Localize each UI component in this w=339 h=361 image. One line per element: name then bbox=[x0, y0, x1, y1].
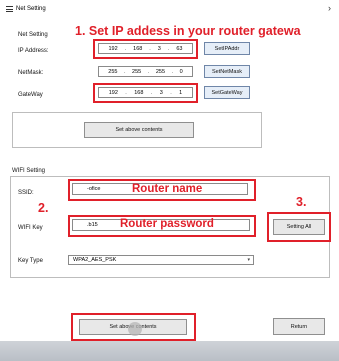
octet-dot: . bbox=[147, 68, 150, 75]
netmask-field[interactable]: 255. 255. 255. 0 bbox=[98, 66, 193, 77]
octet-dot: . bbox=[167, 45, 170, 52]
key-type-label: Key Type bbox=[18, 258, 43, 264]
octet-dot: . bbox=[123, 68, 126, 75]
mask-octet: 255 bbox=[155, 68, 166, 75]
set-netmask-button[interactable]: SetNetMask bbox=[204, 65, 250, 78]
netmask-label: NetMask: bbox=[18, 70, 44, 76]
key-type-value: WPA2_AES_PSK bbox=[73, 257, 117, 263]
gateway-octet: 192 bbox=[108, 89, 118, 96]
wifi-key-value: .b15 bbox=[87, 222, 98, 228]
bottom-bar bbox=[0, 341, 339, 361]
annotation-step1: 1. Set IP addess in your router gatewa bbox=[75, 24, 301, 38]
octet-dot: . bbox=[124, 45, 127, 52]
mask-octet: 255 bbox=[108, 68, 118, 75]
chevron-down-icon: ▾ bbox=[247, 257, 250, 263]
mask-octet: 0 bbox=[179, 68, 183, 75]
gateway-octet: 3 bbox=[159, 89, 163, 96]
ip-octet: 168 bbox=[133, 45, 143, 52]
title-bar: Net Setting › bbox=[6, 2, 333, 16]
menu-icon[interactable] bbox=[6, 6, 13, 12]
gateway-label: GateWay bbox=[18, 92, 43, 98]
return-button[interactable]: Return bbox=[273, 318, 325, 335]
ip-address-label: IP Address: bbox=[18, 48, 49, 54]
ip-address-field[interactable]: 192. 168. 3. 63 bbox=[98, 43, 193, 54]
chevron-right-icon[interactable]: › bbox=[328, 3, 331, 13]
key-type-select[interactable]: WPA2_AES_PSK ▾ bbox=[68, 255, 254, 265]
ssid-label: SSID: bbox=[18, 190, 34, 196]
octet-dot: . bbox=[149, 45, 151, 52]
gateway-octet: 168 bbox=[134, 89, 144, 96]
setting-all-button[interactable]: Setting All bbox=[273, 219, 325, 235]
touch-cursor-icon bbox=[128, 322, 142, 336]
ip-octet: 63 bbox=[176, 45, 183, 52]
wifi-key-label: WIFI Key bbox=[18, 225, 43, 231]
annotation-step3: 3. bbox=[296, 195, 307, 209]
octet-dot: . bbox=[171, 68, 174, 75]
mask-octet: 255 bbox=[132, 68, 142, 75]
ssid-value: -ofice bbox=[87, 186, 101, 192]
gateway-field[interactable]: 192. 168. 3. 1 bbox=[98, 87, 193, 98]
octet-dot: . bbox=[150, 89, 153, 96]
annotation-router-name: Router name bbox=[132, 183, 203, 195]
net-setting-window: Net Setting › Net Setting 1. Set IP adde… bbox=[0, 0, 339, 361]
octet-dot: . bbox=[170, 89, 172, 96]
window-title: Net Setting bbox=[16, 6, 46, 12]
annotation-step2: 2. bbox=[38, 201, 49, 215]
octet-dot: . bbox=[125, 89, 127, 96]
ip-octet: 3 bbox=[157, 45, 161, 52]
net-group-box bbox=[12, 112, 262, 148]
annotation-router-password: Router password bbox=[120, 218, 214, 230]
set-ip-addr-button[interactable]: SetIPAddr bbox=[204, 42, 250, 55]
net-setting-label: Net Setting bbox=[18, 32, 48, 38]
set-gateway-button[interactable]: SetGateWay bbox=[204, 86, 250, 99]
wifi-setting-label: WIFI Setting bbox=[12, 168, 46, 174]
ip-octet: 192 bbox=[108, 45, 118, 52]
gateway-octet: 1 bbox=[179, 89, 183, 96]
